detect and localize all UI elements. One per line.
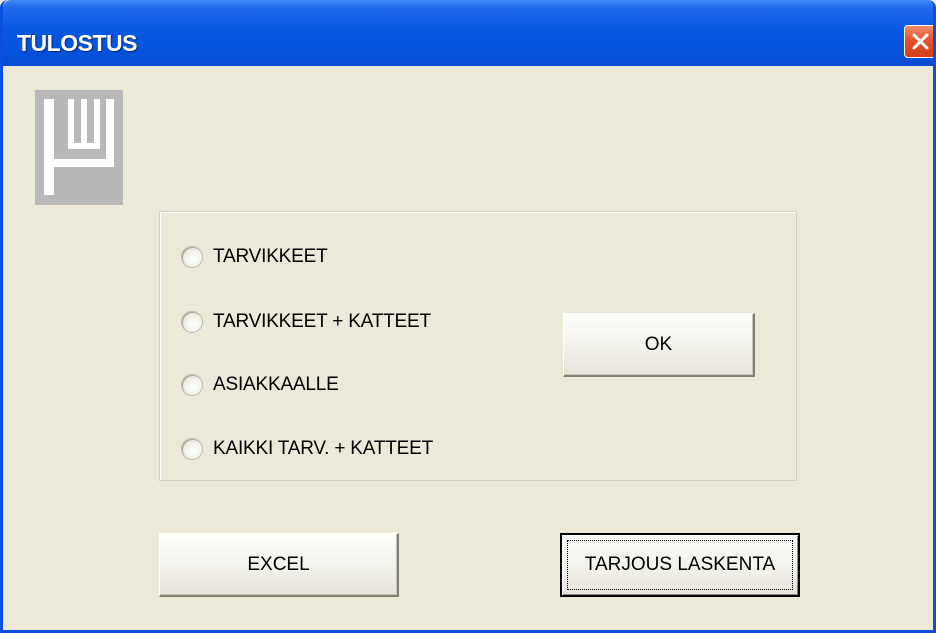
radio-option-tarvikkeet-katteet[interactable]: TARVIKKEET + KATTEET <box>181 309 431 335</box>
radio-button[interactable] <box>181 311 203 333</box>
radio-label: TARVIKKEET <box>213 246 328 267</box>
logo-icon <box>35 90 123 205</box>
radio-label: TARVIKKEET + KATTEET <box>213 311 431 332</box>
ok-button[interactable]: OK <box>563 313 755 377</box>
radio-option-asiakkaalle[interactable]: ASIAKKAALLE <box>181 372 339 398</box>
tarjous-laskenta-button-label: TARJOUS LASKENTA <box>584 554 776 575</box>
close-button[interactable] <box>904 25 933 58</box>
dialog-content: TARVIKKEET TARVIKKEET + KATTEET ASIAKKAA… <box>3 66 933 630</box>
radio-label: KAIKKI TARV. + KATTEET <box>213 438 433 459</box>
radio-label: ASIAKKAALLE <box>213 374 339 395</box>
close-icon <box>912 33 929 50</box>
ok-button-label: OK <box>644 333 673 355</box>
excel-button-label: EXCEL <box>247 553 310 575</box>
dialog-window: TULOSTUS TARVIKKEET TARVIKKEET + KATTEET… <box>0 0 936 633</box>
tarjous-laskenta-button[interactable]: TARJOUS LASKENTA <box>560 533 800 597</box>
excel-button[interactable]: EXCEL <box>159 533 399 597</box>
title-bar[interactable]: TULOSTUS <box>3 0 933 66</box>
radio-button[interactable] <box>181 246 203 268</box>
radio-option-kaikki-tarv-katteet[interactable]: KAIKKI TARV. + KATTEET <box>181 436 433 462</box>
radio-button[interactable] <box>181 374 203 396</box>
radio-button[interactable] <box>181 438 203 460</box>
radio-option-tarvikkeet[interactable]: TARVIKKEET <box>181 244 328 270</box>
window-title: TULOSTUS <box>17 30 137 56</box>
